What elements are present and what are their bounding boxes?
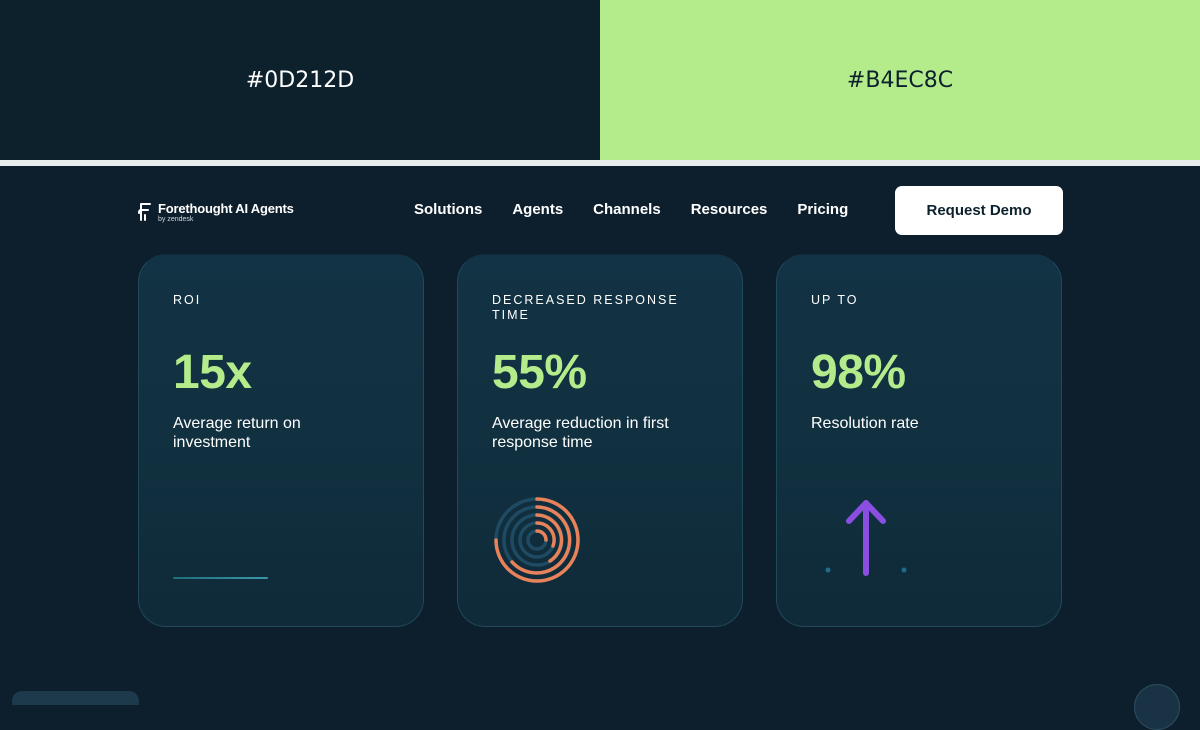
nav-link-channels[interactable]: Channels: [593, 201, 661, 218]
logo[interactable]: Forethought AI Agents by zendesk: [138, 200, 294, 224]
website-section: Forethought AI Agents by zendesk Solutio…: [0, 166, 1200, 730]
top-navigation: Forethought AI Agents by zendesk Solutio…: [138, 186, 1063, 236]
nav-link-resources[interactable]: Resources: [691, 201, 768, 218]
cookie-banner-tab[interactable]: [12, 691, 139, 705]
chat-launcher-icon[interactable]: [1134, 684, 1180, 730]
card-label: ROI: [173, 293, 202, 307]
line-icon: [173, 577, 268, 579]
color-swatches: #0D212D #B4EC8C: [0, 0, 1200, 160]
arrow-up-icon: [825, 500, 907, 576]
forethought-logo-icon: [138, 203, 151, 221]
card-stat: 98%: [811, 346, 906, 399]
card-stat: 55%: [492, 346, 587, 399]
nav-link-agents[interactable]: Agents: [512, 201, 563, 218]
card-description: Resolution rate: [811, 415, 919, 432]
swatch-light: #B4EC8C: [600, 0, 1200, 160]
logo-title: Forethought AI Agents: [158, 200, 294, 216]
stat-card-response-time: DECREASED RESPONSE TIME 55% Average redu…: [457, 254, 743, 627]
stat-card-roi: ROI 15x Average return on investment: [138, 254, 424, 627]
card-description: Average return on investment: [173, 415, 301, 451]
card-description: Average reduction in first response time: [492, 415, 669, 451]
card-stat: 15x: [173, 346, 252, 399]
stat-card-resolution: UP TO 98% Resolution rate: [776, 254, 1062, 627]
concentric-rings-icon: [494, 497, 580, 583]
request-demo-button[interactable]: Request Demo: [895, 186, 1063, 235]
logo-subtitle: by zendesk: [158, 215, 194, 223]
card-label: DECREASED RESPONSE TIME: [492, 293, 679, 322]
nav-link-solutions[interactable]: Solutions: [414, 201, 482, 218]
nav-links: Solutions Agents Channels Resources Pric…: [414, 201, 848, 218]
logo-text: Forethought AI Agents by zendesk: [158, 202, 294, 223]
nav-link-pricing[interactable]: Pricing: [797, 201, 848, 218]
swatch-dark: #0D212D: [0, 0, 600, 160]
card-label: UP TO: [811, 293, 859, 307]
